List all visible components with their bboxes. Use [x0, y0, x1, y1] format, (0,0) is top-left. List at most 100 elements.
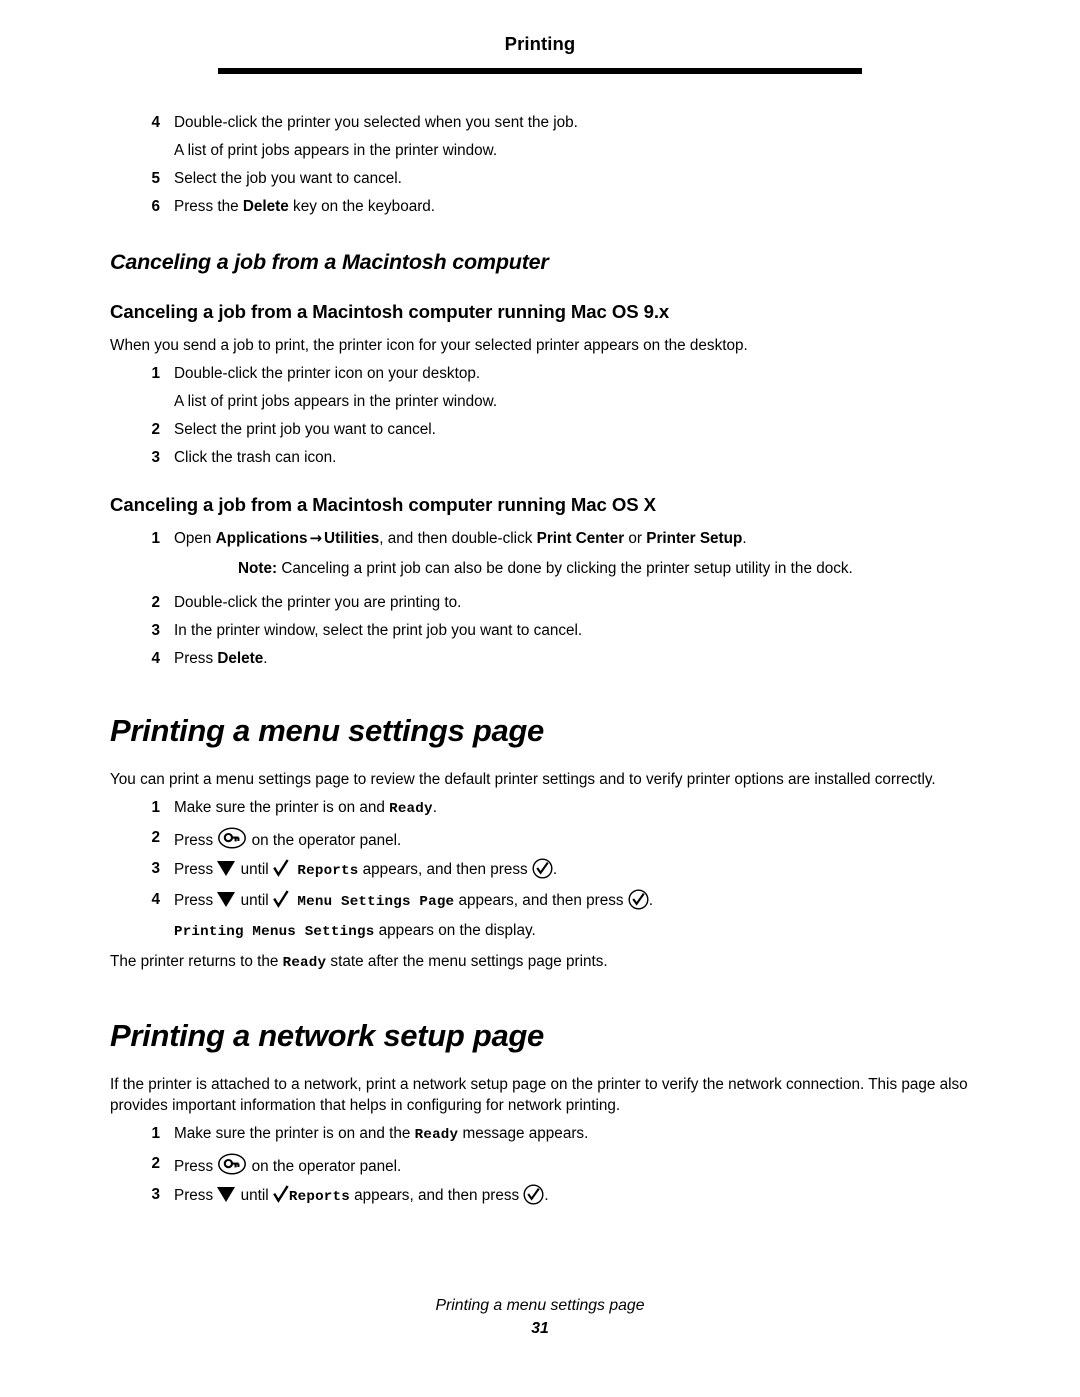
steps-mac-osx-rest: 2 Double-click the printer you are print… — [110, 592, 980, 669]
step-text-until: until — [236, 861, 273, 878]
arrow-right-icon: → — [309, 529, 323, 547]
select-icon — [523, 1184, 544, 1205]
closing-menu-settings: The printer returns to the Ready state a… — [110, 951, 980, 974]
step-text: Press until Menu Settings Page appears, … — [174, 889, 654, 910]
step-text: Press until Reports appears, and then pr… — [174, 858, 557, 879]
step-text-before: Make sure the printer is on and the — [174, 1125, 415, 1142]
menu-item-reports: Reports — [288, 1189, 350, 1205]
step-text-open: Open — [174, 530, 216, 547]
display-message-ready: Ready — [389, 801, 433, 817]
heading-canceling-mac-osx: Canceling a job from a Macintosh compute… — [110, 494, 656, 515]
step-item: 4 Press Delete. — [110, 648, 980, 669]
display-message-printing-menus-settings: Printing Menus Settings — [174, 924, 375, 940]
step-text: Double-click the printer you selected wh… — [174, 114, 578, 131]
step-text: Double-click the printer icon on your de… — [174, 365, 481, 382]
step-text: Make sure the printer is on and Ready. — [174, 799, 437, 817]
select-icon — [532, 858, 553, 879]
heading-canceling-macintosh: Canceling a job from a Macintosh compute… — [110, 250, 549, 274]
checkmark-icon — [273, 890, 289, 908]
closing-text-before: The printer returns to the — [110, 953, 283, 970]
steps-network-setup: 1 Make sure the printer is on and the Re… — [110, 1123, 980, 1208]
down-arrow-icon — [217, 1186, 236, 1202]
key-icon — [217, 1153, 247, 1175]
display-message-ready: Ready — [414, 1127, 459, 1143]
heading-canceling-mac-os9: Canceling a job from a Macintosh compute… — [110, 301, 670, 322]
step-text: Click the trash can icon. — [174, 449, 337, 466]
steps-mac-osx: 1 Open Applications → Utilities, and then … — [110, 528, 980, 549]
step-item: 1 Open Applications → Utilities, and then … — [110, 528, 980, 549]
step-item: 3 Press until Reports appears, and then … — [110, 858, 980, 882]
step-text-before: Press — [174, 1158, 218, 1175]
step-item: 1 Double-click the printer icon on your … — [110, 363, 980, 384]
step-item: 5 Select the job you want to cancel. — [110, 168, 980, 189]
step-text-after: key on the keyboard. — [288, 198, 436, 215]
step-item: 2 Press on the operator panel. — [110, 1153, 980, 1177]
step-text: Press until Reports appears, and then pr… — [174, 1184, 549, 1205]
header-rule — [218, 68, 862, 74]
step-item: 3 Press until Reports appears, and then … — [110, 1184, 980, 1208]
step-text-end: . — [742, 530, 747, 547]
steps-mac-cancel-continued: 4 Double-click the printer you selected … — [110, 112, 980, 217]
step-item: 3 In the printer window, select the prin… — [110, 620, 980, 641]
step-text-press: Press — [174, 892, 218, 909]
menu-item-reports: Reports — [297, 863, 359, 879]
step-text: Make sure the printer is on and the Read… — [174, 1125, 589, 1143]
step-text-appears: appears, and then press — [349, 1187, 524, 1204]
step-text-until: until — [236, 1187, 273, 1204]
select-icon — [628, 889, 649, 910]
step-text-until: until — [236, 892, 273, 909]
menu-applications: Applications — [215, 530, 308, 547]
step-text-press: Press — [174, 861, 218, 878]
document-page: Printing 4 Double-click the printer you … — [0, 0, 1080, 1397]
step-number: 1 — [151, 799, 160, 816]
step-text: A list of print jobs appears in the prin… — [174, 142, 498, 159]
intro-os9: When you send a job to print, the printe… — [110, 337, 748, 354]
step-item: 2 Select the print job you want to cance… — [110, 419, 980, 440]
closing-text-after: state after the menu settings page print… — [326, 953, 608, 970]
step-number: 2 — [151, 594, 160, 611]
display-message-ready: Ready — [282, 955, 327, 971]
step-number: 3 — [151, 1186, 160, 1203]
key-icon — [217, 827, 247, 849]
app-print-center: Print Center — [536, 530, 625, 547]
step-item: 4 Double-click the printer you selected … — [110, 112, 980, 133]
step-text-after: on the operator panel. — [247, 832, 402, 849]
step-text: In the printer window, select the print … — [174, 622, 583, 639]
step-number: 3 — [151, 860, 160, 877]
menu-item-menu-settings-page: Menu Settings Page — [297, 894, 455, 910]
steps-mac-os9: 1 Double-click the printer icon on your … — [110, 363, 980, 468]
app-printer-setup: Printer Setup — [646, 530, 743, 547]
step-text: Press Delete. — [174, 650, 268, 667]
footer-page-number: 31 — [531, 1320, 549, 1337]
step-text: Open Applications → Utilities, and then do… — [174, 529, 747, 547]
step-text: Press on the operator panel. — [174, 1153, 401, 1175]
step-text-before: Press — [174, 650, 218, 667]
step-text: Press on the operator panel. — [174, 827, 402, 849]
step-result-text: A list of print jobs appears in the prin… — [110, 140, 980, 161]
step-text: Press the Delete key on the keyboard. — [174, 198, 435, 215]
note-text: Canceling a print job can also be done b… — [277, 560, 853, 577]
step-text-appears: appears, and then press — [454, 892, 628, 909]
step-number: 2 — [151, 829, 160, 846]
step-text: Double-click the printer you are printin… — [174, 594, 462, 611]
note-label: Note: — [238, 560, 278, 577]
step-number: 1 — [151, 365, 160, 382]
step-number: 3 — [151, 622, 160, 639]
step-text-end: . — [648, 892, 654, 909]
footer-section-title: Printing a menu settings page — [435, 1297, 645, 1314]
display-result-line: Printing Menus Settings appears on the d… — [110, 920, 980, 943]
step-number: 5 — [151, 170, 160, 187]
step-text-after: message appears. — [458, 1125, 589, 1142]
step-number: 4 — [151, 891, 160, 908]
steps-menu-settings: 1 Make sure the printer is on and Ready.… — [110, 797, 980, 913]
step-number: 2 — [151, 1155, 160, 1172]
step-text-appears: appears, and then press — [358, 861, 532, 878]
step-number: 4 — [151, 650, 160, 667]
step-number: 1 — [151, 1125, 160, 1142]
key-name-delete: Delete — [217, 650, 264, 667]
step-number: 2 — [151, 421, 160, 438]
step-number: 3 — [151, 449, 160, 466]
down-arrow-icon — [217, 860, 236, 876]
down-arrow-icon — [217, 891, 236, 907]
step-text: A list of print jobs appears in the prin… — [174, 393, 498, 410]
